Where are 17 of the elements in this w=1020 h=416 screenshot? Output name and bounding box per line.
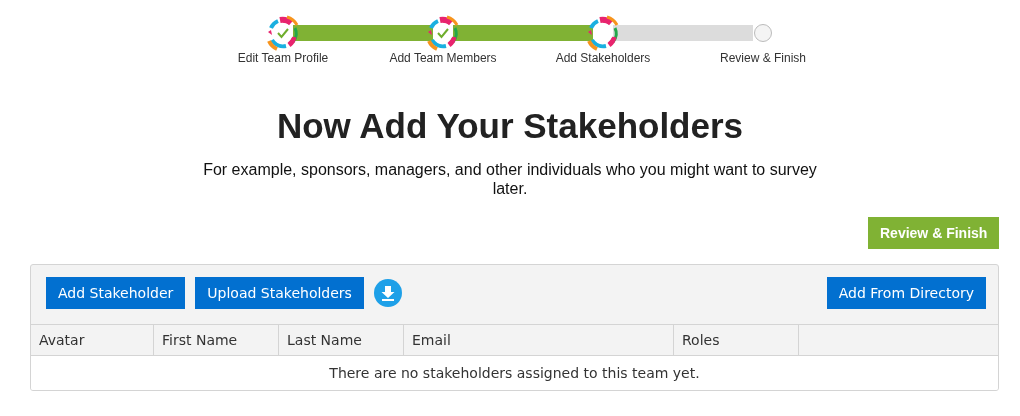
- column-header: Avatar: [31, 324, 154, 356]
- download-icon[interactable]: [373, 279, 402, 307]
- toolbar-button[interactable]: Upload Stakeholders: [195, 277, 364, 309]
- add-from-directory-button[interactable]: Add From Directory: [826, 277, 986, 309]
- column-header: Last Name: [278, 324, 404, 356]
- page-subtitle: For example, sponsors, managers, and other individuals who you might want to survey later.: [202, 160, 818, 198]
- step-label: Add Team Members: [388, 51, 498, 65]
- step-label: Edit Team Profile: [236, 51, 330, 65]
- toolbar-button[interactable]: Add Stakeholder: [46, 277, 186, 309]
- empty-table-message: There are no stakeholders assigned to this team yet.: [329, 365, 700, 381]
- step-label: Add Stakeholders: [554, 51, 652, 65]
- page-heading: Now Add Your Stakeholders: [275, 105, 745, 147]
- step-label: Review & Finish: [719, 51, 807, 65]
- review-finish-button[interactable]: Review & Finish: [868, 217, 999, 249]
- column-header: Email: [403, 324, 674, 356]
- column-header: Roles: [673, 324, 799, 356]
- column-header: First Name: [153, 324, 279, 356]
